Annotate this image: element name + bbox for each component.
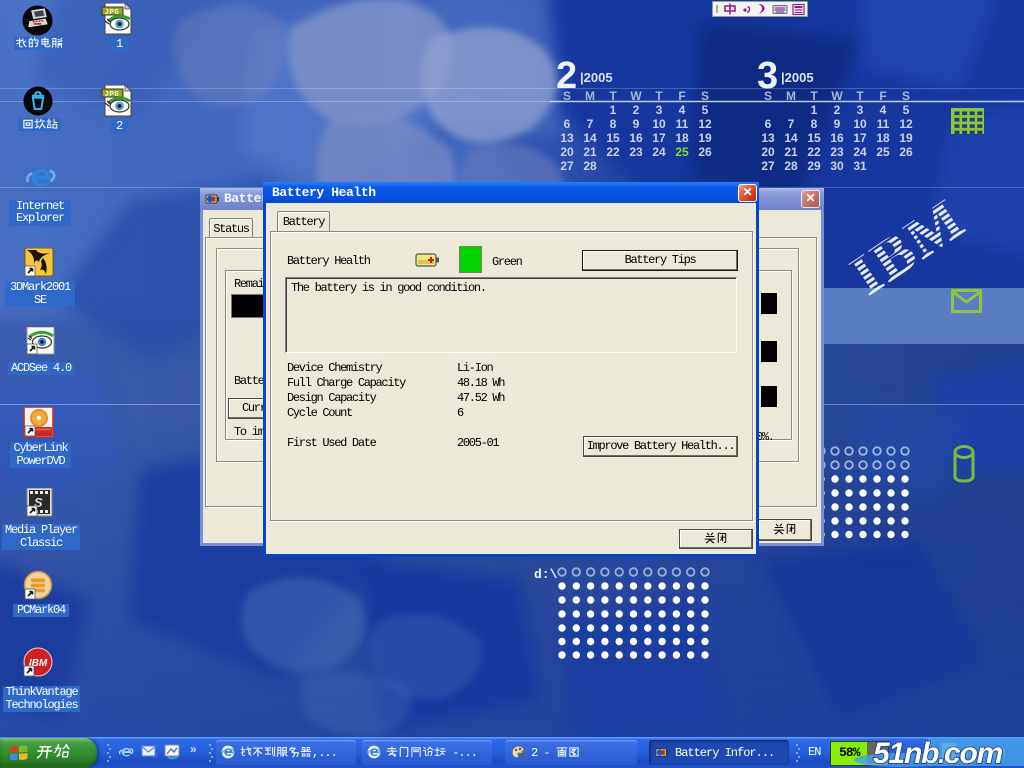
svg-text:6: 6: [765, 117, 772, 131]
svg-text:12: 12: [899, 117, 913, 131]
svg-text:4: 4: [880, 103, 887, 117]
svg-text:25: 25: [675, 145, 689, 159]
svg-text:15: 15: [606, 131, 620, 145]
svg-text:1: 1: [610, 103, 617, 117]
svg-text:|2005: |2005: [580, 70, 613, 85]
svg-text:T: T: [609, 89, 617, 103]
svg-text:21: 21: [784, 145, 798, 159]
svg-text:M: M: [786, 89, 796, 103]
svg-text:20: 20: [560, 145, 574, 159]
svg-text:16: 16: [830, 131, 844, 145]
svg-text:8: 8: [811, 117, 818, 131]
svg-text:3: 3: [656, 103, 663, 117]
svg-text:W: W: [630, 89, 642, 103]
svg-text:3: 3: [857, 103, 864, 117]
svg-text:10: 10: [652, 117, 666, 131]
svg-text:T: T: [655, 89, 663, 103]
svg-text:11: 11: [676, 117, 689, 131]
svg-text:S: S: [902, 89, 910, 103]
svg-text:T: T: [856, 89, 864, 103]
svg-text:22: 22: [606, 145, 620, 159]
svg-text:30: 30: [830, 159, 844, 173]
svg-text:24: 24: [652, 145, 666, 159]
svg-text:d:\: d:\: [534, 567, 558, 582]
svg-text:12: 12: [698, 117, 712, 131]
svg-text:2: 2: [633, 103, 640, 117]
svg-text:18: 18: [675, 131, 689, 145]
svg-text:5: 5: [702, 103, 709, 117]
svg-text:F: F: [678, 89, 685, 103]
svg-text:20: 20: [761, 145, 775, 159]
svg-text:19: 19: [899, 131, 913, 145]
svg-text:7: 7: [587, 117, 594, 131]
svg-text:23: 23: [629, 145, 643, 159]
svg-text:S: S: [764, 89, 772, 103]
svg-text:8: 8: [610, 117, 617, 131]
svg-text:2: 2: [834, 103, 841, 117]
svg-text:9: 9: [633, 117, 640, 131]
svg-text:5: 5: [903, 103, 910, 117]
svg-text:|2005: |2005: [781, 70, 814, 85]
svg-text:11: 11: [877, 117, 890, 131]
svg-text:F: F: [879, 89, 886, 103]
svg-text:16: 16: [629, 131, 643, 145]
svg-text:18: 18: [876, 131, 890, 145]
svg-text:1: 1: [811, 103, 818, 117]
svg-text:4: 4: [679, 103, 686, 117]
svg-text:31: 31: [853, 159, 867, 173]
svg-text:14: 14: [583, 131, 597, 145]
svg-text:19: 19: [698, 131, 712, 145]
svg-text:29: 29: [807, 159, 821, 173]
svg-text:21: 21: [583, 145, 597, 159]
svg-text:27: 27: [761, 159, 775, 173]
svg-text:S: S: [701, 89, 709, 103]
svg-text:26: 26: [698, 145, 712, 159]
svg-text:14: 14: [784, 131, 798, 145]
svg-text:17: 17: [652, 131, 666, 145]
svg-text:6: 6: [564, 117, 571, 131]
svg-text:W: W: [831, 89, 843, 103]
svg-text:10: 10: [853, 117, 867, 131]
svg-text:13: 13: [560, 131, 574, 145]
svg-text:26: 26: [899, 145, 913, 159]
svg-text:S: S: [563, 89, 571, 103]
svg-text:51nb.com: 51nb.com: [873, 737, 1003, 768]
svg-text:7: 7: [788, 117, 795, 131]
svg-text:17: 17: [853, 131, 867, 145]
svg-text:13: 13: [761, 131, 775, 145]
svg-text:23: 23: [830, 145, 844, 159]
svg-text:9: 9: [834, 117, 841, 131]
svg-text:28: 28: [583, 159, 597, 173]
svg-text:27: 27: [560, 159, 574, 173]
svg-text:25: 25: [876, 145, 890, 159]
svg-text:24: 24: [853, 145, 867, 159]
svg-text:22: 22: [807, 145, 821, 159]
svg-text:T: T: [810, 89, 818, 103]
svg-text:28: 28: [784, 159, 798, 173]
svg-text:15: 15: [807, 131, 821, 145]
svg-text:M: M: [585, 89, 595, 103]
